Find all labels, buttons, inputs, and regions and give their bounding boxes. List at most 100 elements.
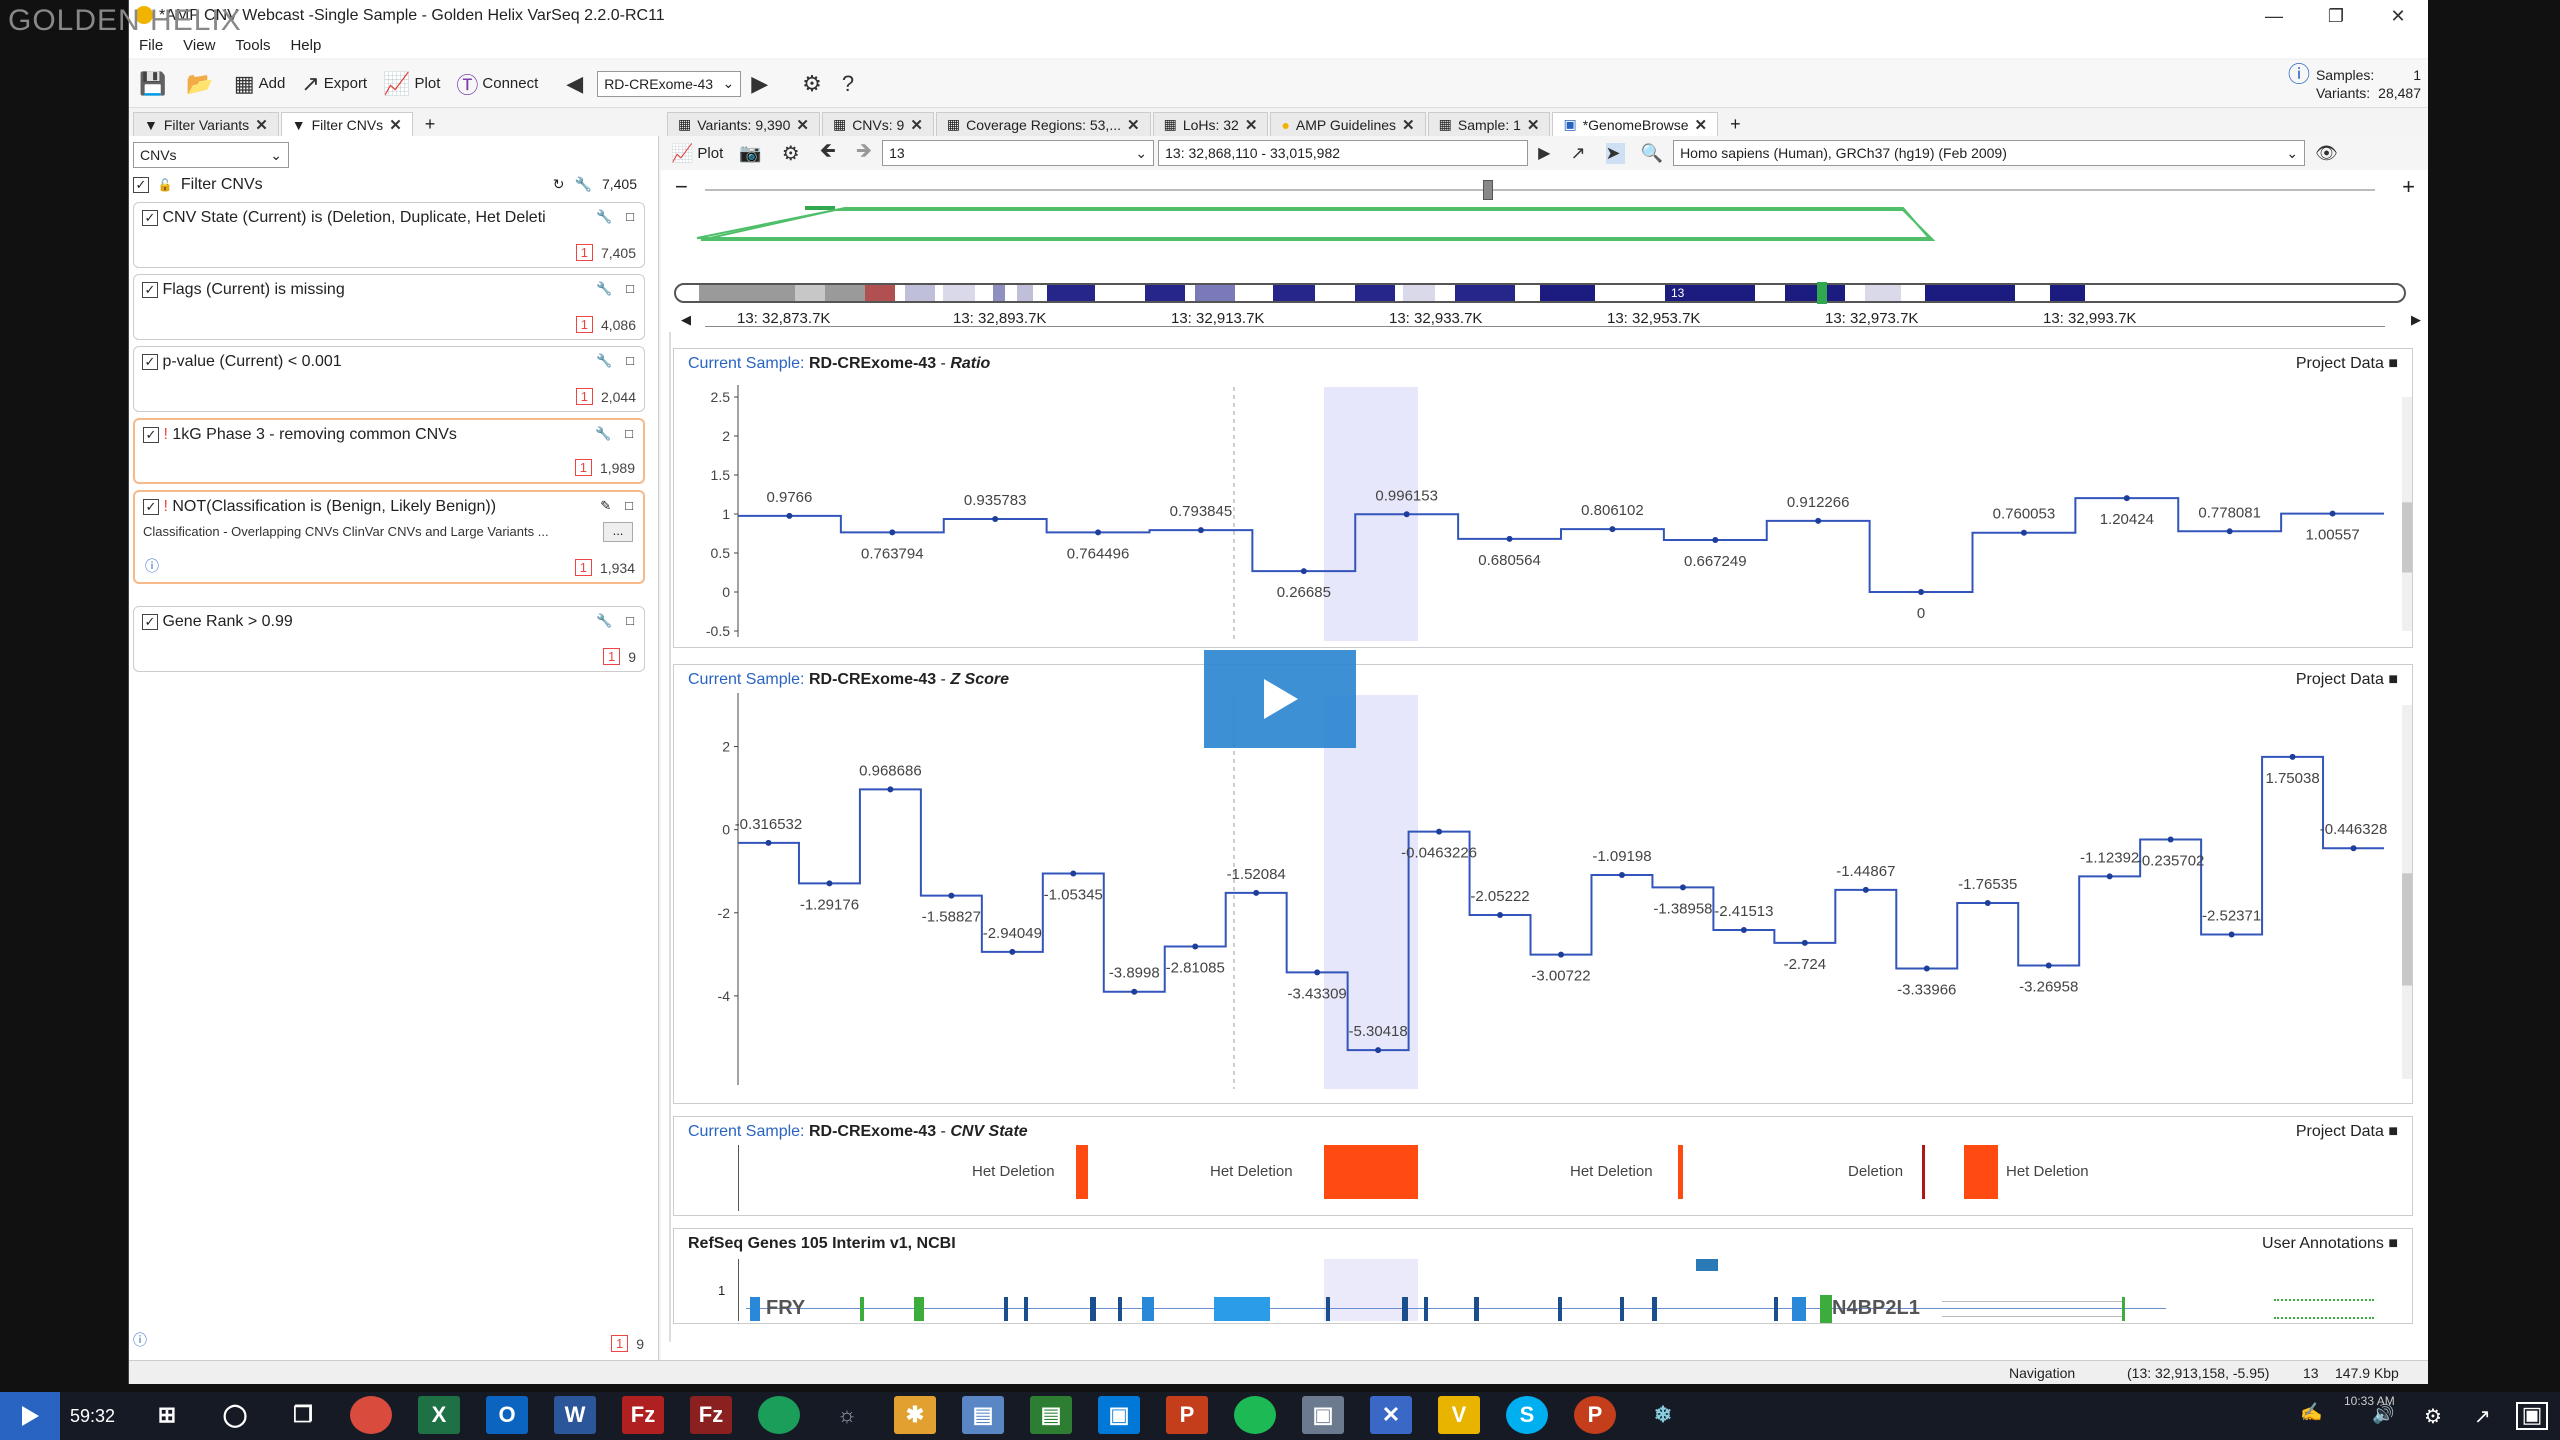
app-icon[interactable]: ▣ <box>1302 1396 1344 1434</box>
filter-checkbox[interactable]: ✓ <box>142 613 158 630</box>
cnv-segment-deletion[interactable] <box>1922 1145 1925 1199</box>
data-point[interactable] <box>1070 870 1077 877</box>
range-input[interactable]: 13: 32,868,110 - 33,015,982 <box>1158 140 1529 166</box>
cnv-project-data[interactable]: Project Data ■ <box>2296 1123 2398 1141</box>
data-point[interactable] <box>2289 753 2296 760</box>
gene-exon[interactable] <box>1402 1297 1408 1321</box>
track-scrollbar-thumb[interactable] <box>2402 502 2412 573</box>
track-splitter[interactable] <box>669 332 671 1342</box>
data-point[interactable] <box>1815 517 1822 524</box>
browse-settings-button[interactable]: ⚙ <box>782 141 804 166</box>
gene-label-fry[interactable]: FRY <box>766 1297 805 1320</box>
data-point[interactable] <box>1253 889 1260 896</box>
plot-menu-button[interactable]: 📈 Plot <box>671 143 723 164</box>
data-point[interactable] <box>1131 988 1138 995</box>
filter-checkbox[interactable]: ✓ <box>142 209 158 226</box>
ruler-right-arrow[interactable]: ▶ <box>2411 312 2421 328</box>
data-point[interactable] <box>2226 528 2233 535</box>
tab-amp-guidelines[interactable]: ● AMP Guidelines ✕ <box>1270 112 1426 136</box>
add-tab-button[interactable]: + <box>1720 112 1751 136</box>
data-point[interactable] <box>1618 872 1625 879</box>
gear-icon[interactable]: ⚙ <box>2424 1404 2442 1429</box>
filter-checkbox[interactable]: ✓ <box>142 353 158 370</box>
close-icon[interactable]: ✕ <box>389 116 402 134</box>
notepad-icon[interactable]: ▤ <box>1030 1396 1072 1434</box>
refresh-icon[interactable]: ↻ <box>553 176 565 193</box>
wrench-icon[interactable]: 🔧 <box>595 426 611 442</box>
close-button[interactable]: ✕ <box>2367 0 2428 32</box>
zoom-in-icon[interactable]: + <box>2402 174 2415 200</box>
cnv-state-track[interactable]: Current Sample: RD-CRExome-43 - CNV Stat… <box>673 1116 2413 1216</box>
filter-card-classification[interactable]: ✓ ! NOT(Classification is (Benign, Likel… <box>133 490 645 584</box>
fullscreen-icon[interactable]: ▣ <box>2516 1402 2548 1430</box>
word-icon[interactable]: W <box>554 1396 596 1434</box>
data-point[interactable] <box>889 529 896 536</box>
close-icon[interactable]: ✕ <box>796 116 809 134</box>
tab-filter-variants[interactable]: ▼ Filter Variants ✕ <box>133 112 279 136</box>
square-icon[interactable]: □ <box>626 613 634 629</box>
chromosome-select[interactable]: 13 ⌄ <box>882 140 1155 166</box>
filter-card-cnv-state[interactable]: ✓ CNV State (Current) is (Deletion, Dupl… <box>133 202 645 268</box>
app-icon[interactable]: ☼ <box>826 1396 868 1434</box>
app-icon[interactable]: ✱ <box>894 1396 936 1434</box>
plot-button[interactable]: 📈 Plot <box>383 71 440 97</box>
data-point[interactable] <box>1192 943 1199 950</box>
app-icon[interactable]: ▣ <box>1098 1396 1140 1434</box>
more-button[interactable]: ... <box>603 522 633 542</box>
data-point[interactable] <box>2228 931 2235 938</box>
zoom-slider[interactable]: − + <box>675 174 2415 202</box>
genome-select[interactable]: Homo sapiens (Human), GRCh37 (hg19) (Feb… <box>1673 140 2306 166</box>
square-icon[interactable]: □ <box>626 353 634 369</box>
go-button[interactable]: ▶ <box>1538 143 1554 163</box>
app-icon[interactable]: ✕ <box>1370 1396 1412 1434</box>
data-point[interactable] <box>1375 1047 1382 1054</box>
varseq-icon[interactable]: V <box>1438 1396 1480 1434</box>
wrench-icon[interactable]: 🔧 <box>596 209 612 225</box>
square-icon[interactable]: □ <box>626 209 634 225</box>
menu-tools[interactable]: Tools <box>235 37 270 54</box>
gene-exon[interactable] <box>1118 1297 1122 1321</box>
data-point[interactable] <box>948 892 955 899</box>
excel-icon[interactable]: X <box>418 1396 460 1434</box>
data-point[interactable] <box>1862 886 1869 893</box>
gene-exon[interactable] <box>860 1297 864 1321</box>
gene-exon[interactable] <box>1004 1297 1008 1321</box>
filezilla-icon[interactable]: Fz <box>622 1396 664 1434</box>
camera-button[interactable]: 📷 <box>739 143 765 164</box>
snowflake-icon[interactable]: ❄ <box>1642 1396 1684 1434</box>
gene-exon[interactable] <box>1214 1297 1270 1321</box>
file-explorer-icon[interactable]: ▤ <box>962 1396 1004 1434</box>
skype-icon[interactable]: S <box>1506 1396 1548 1434</box>
volume-icon[interactable]: 🔊 <box>2372 1404 2394 1425</box>
data-point[interactable] <box>1712 536 1719 543</box>
ruler-left-arrow[interactable]: ◀ <box>681 312 691 328</box>
messenger-icon[interactable] <box>758 1396 800 1434</box>
refseq-genes-track[interactable]: RefSeq Genes 105 Interim v1, NCBI User A… <box>673 1228 2413 1324</box>
ratio-track[interactable]: Current Sample: RD-CRExome-43 - Ratio Pr… <box>673 348 2413 648</box>
tab-genomebrowse[interactable]: ▣ *GenomeBrowse ✕ <box>1552 112 1719 136</box>
track-scrollbar-thumb[interactable] <box>2402 873 2412 986</box>
close-icon[interactable]: ✕ <box>255 116 268 134</box>
menu-view[interactable]: View <box>183 37 215 54</box>
data-point[interactable] <box>2329 510 2336 517</box>
data-point[interactable] <box>1609 526 1616 533</box>
data-point[interactable] <box>1009 948 1016 955</box>
minimize-button[interactable]: — <box>2243 0 2305 32</box>
data-point[interactable] <box>992 516 999 523</box>
pen-icon[interactable]: ✍ <box>2300 1402 2322 1423</box>
data-point[interactable] <box>1679 884 1686 891</box>
wrench-icon[interactable]: 🔧 <box>575 176 592 193</box>
menu-help[interactable]: Help <box>290 37 321 54</box>
zoom-tool-button[interactable]: 🔍 <box>1641 143 1667 164</box>
zoom-slider-thumb[interactable] <box>1483 180 1493 200</box>
filter-card-flags[interactable]: ✓ Flags (Current) is missing 🔧 □ 1 4,086 <box>133 274 645 340</box>
tab-variants[interactable]: ▦ Variants: 9,390 ✕ <box>667 112 820 136</box>
data-point[interactable] <box>1923 965 1930 972</box>
cnv-segment-het-deletion[interactable] <box>1076 1145 1088 1199</box>
sample-select[interactable]: RD-CRExome-43 ⌄ <box>597 70 742 97</box>
data-point[interactable] <box>765 839 772 846</box>
gene-exon[interactable] <box>1090 1297 1096 1321</box>
save-button[interactable]: 💾 <box>139 71 170 97</box>
data-point[interactable] <box>1403 511 1410 518</box>
filter-card-pvalue[interactable]: ✓ p-value (Current) < 0.001 🔧 □ 1 2,044 <box>133 346 645 412</box>
